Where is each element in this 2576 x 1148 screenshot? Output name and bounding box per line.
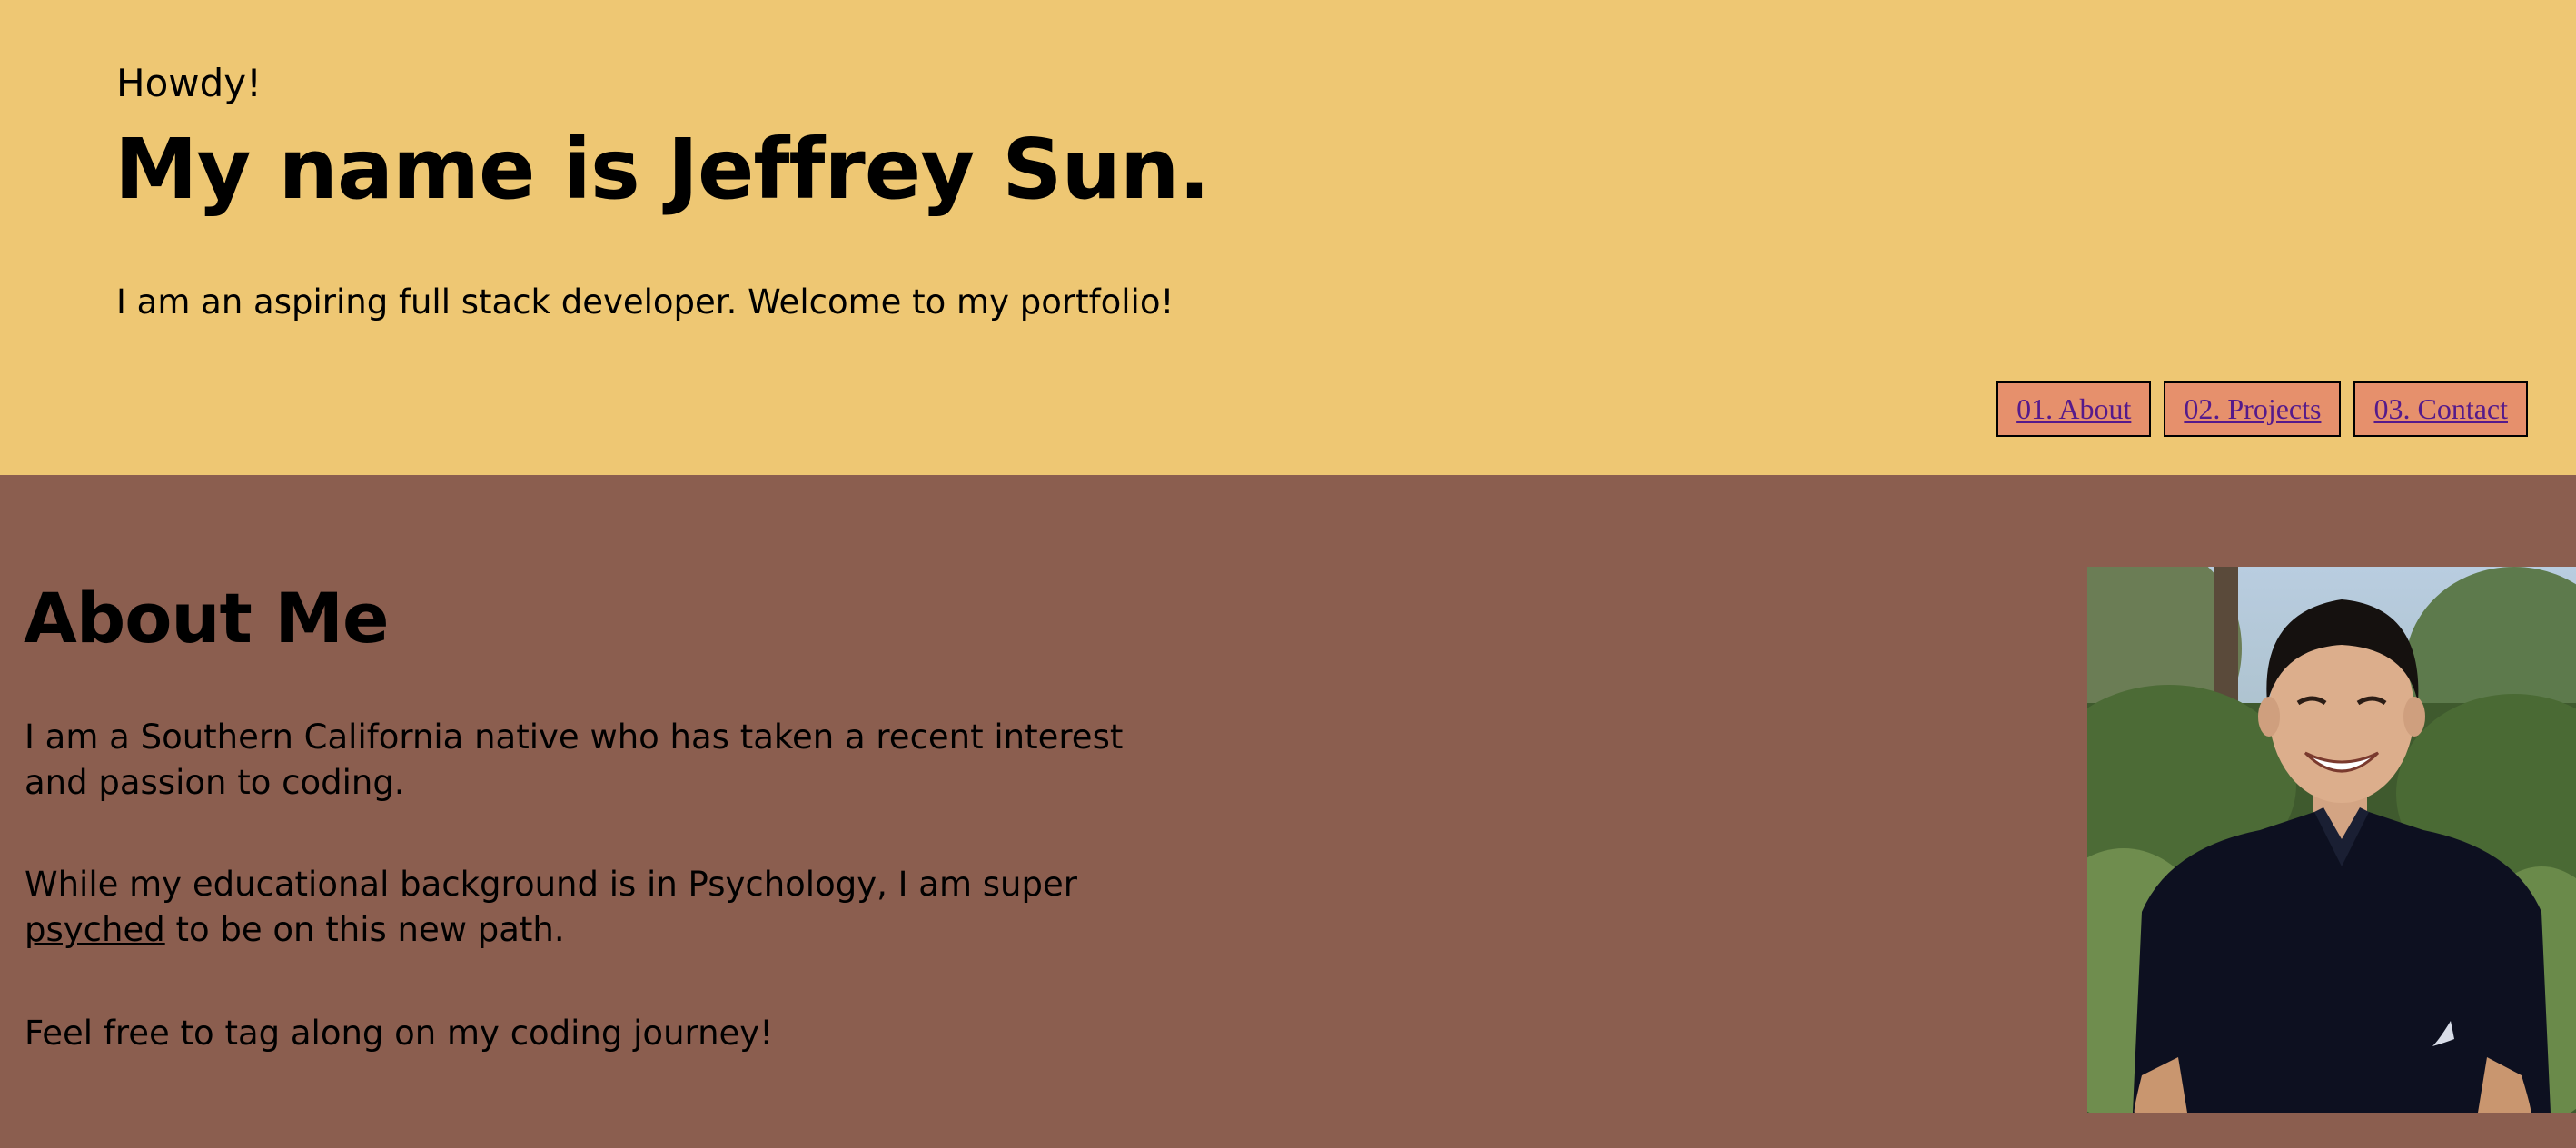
- about-paragraph-2-start: While my educational background is in Ps…: [25, 865, 1077, 904]
- about-title: About Me: [24, 578, 390, 658]
- hero-title: My name is Jeffrey Sun.: [114, 121, 1210, 218]
- greeting: Howdy!: [116, 61, 262, 105]
- psyched-emphasis: psyched: [25, 910, 165, 949]
- about-paragraph-1: I am a Southern California native who ha…: [25, 718, 1124, 802]
- about-section: About Me I am a Southern California nati…: [0, 475, 2576, 1148]
- section-nav: 01. About 02. Projects 03. Contact: [1996, 381, 2528, 437]
- hero-tagline: I am an aspiring full stack developer. W…: [116, 282, 1174, 322]
- nav-link-about[interactable]: 01. About: [1996, 381, 2152, 437]
- nav-link-contact[interactable]: 03. Contact: [2353, 381, 2528, 437]
- about-paragraph-3: Feel free to tag along on my coding jour…: [25, 1014, 774, 1053]
- nav-link-projects[interactable]: 02. Projects: [2164, 381, 2342, 437]
- hero-header: Howdy! My name is Jeffrey Sun. I am an a…: [0, 0, 2576, 475]
- about-paragraph-2-end: to be on this new path.: [164, 910, 565, 949]
- about-paragraph-2: While my educational background is in Ps…: [25, 862, 1151, 953]
- profile-photo: [2087, 567, 2576, 1113]
- profile-photo-image: [2087, 567, 2576, 1113]
